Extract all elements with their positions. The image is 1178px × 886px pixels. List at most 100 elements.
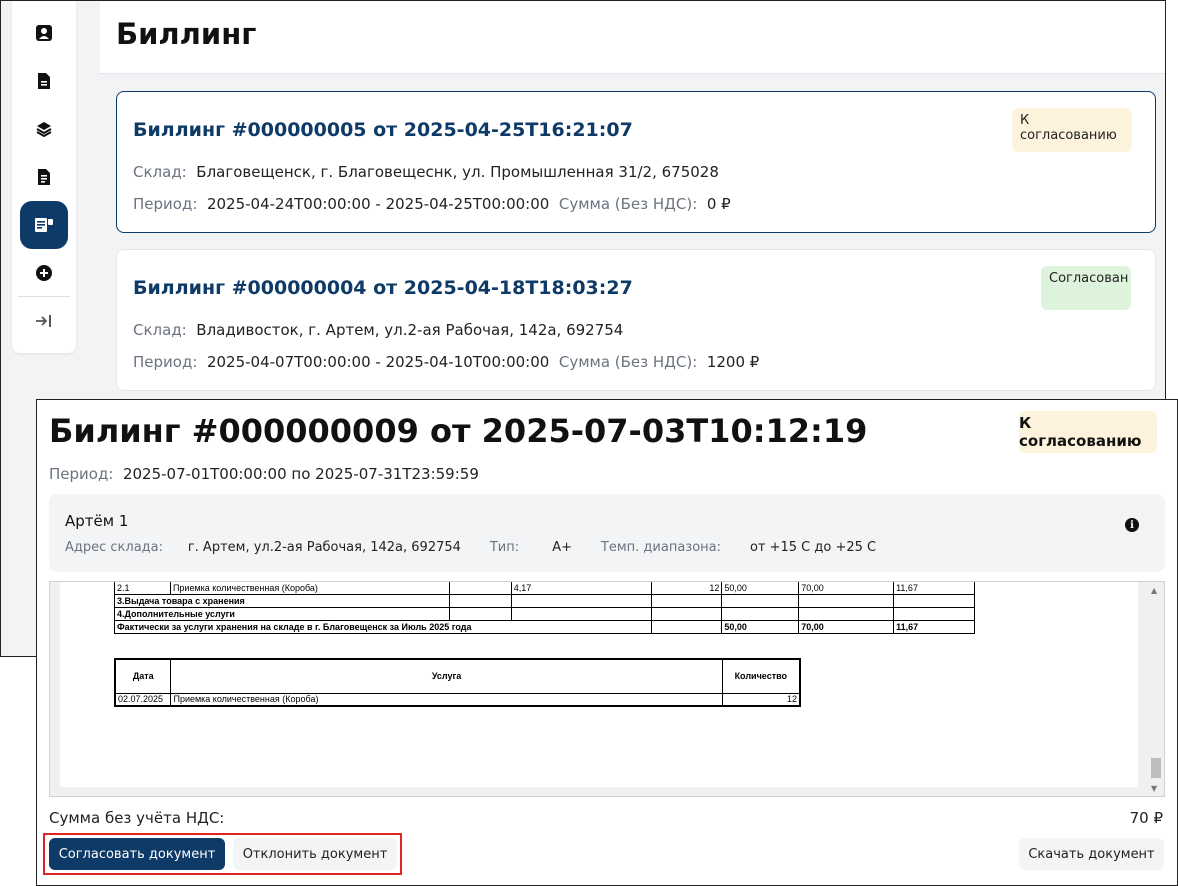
billing-card[interactable]: Биллинг #000000004 от 2025-04-18T18:03:2… [116,249,1156,391]
sidebar [12,1,76,353]
type-value: А+ [552,540,572,555]
info-icon[interactable]: i [1125,518,1139,532]
table-row: 3.Выдача товара с хранения [114,594,975,608]
sidebar-item-stock[interactable] [20,105,68,153]
status-badge: К согласованию [1012,108,1132,152]
sidebar-item-billing[interactable] [20,201,68,249]
table-cell [448,594,512,608]
expand-sidebar-icon [36,315,51,327]
page-header: Биллинг [100,1,1165,74]
contact-icon [36,25,52,41]
table-cell: 11,67 [893,620,975,634]
sum-value: 70 ₽ [1129,809,1163,827]
download-button[interactable]: Скачать документ [1019,838,1164,870]
sum-value: 1200 ₽ [706,353,760,371]
table-cell [650,594,723,608]
add-circle-icon [36,265,52,281]
table-cell [650,607,723,621]
document-viewer[interactable]: 2.1 Приемка количественная (Короба) 4,17… [49,581,1165,797]
document-page: 2.1 Приемка количественная (Короба) 4,17… [60,582,1138,787]
table-cell [893,607,975,621]
table-cell [721,594,800,608]
sum-label: Сумма (Без НДС): [558,353,698,371]
table-cell [650,620,723,634]
table-header: Количество [721,658,801,694]
scroll-down-icon[interactable]: ▼ [1151,784,1157,793]
modal-period: Период: 2025-07-01T00:00:00 по 2025-07-3… [49,465,479,483]
period-value: 2025-04-24T00:00:00 - 2025-04-25T00:00:0… [206,195,550,213]
modal-status-badge: К согласованию [1019,411,1157,453]
table-cell: 50,00 [721,620,800,634]
table-row: 2.1 Приемка количественная (Короба) 4,17… [114,582,975,595]
table-cell [448,582,512,595]
table-cell: 2.1 [114,582,171,595]
services-table: 2.1 Приемка количественная (Короба) 4,17… [114,582,975,634]
billing-card-warehouse: Склад: Владивосток, г. Артем, ул.2-ая Ра… [133,321,623,339]
warehouse-details: Адрес склада: г. Артем, ул.2-ая Рабочая,… [65,540,876,555]
reject-button[interactable]: Отклонить документ [233,838,397,870]
table-cell: 70,00 [798,620,895,634]
address-value: г. Артем, ул.2-ая Рабочая, 142а, 692754 [187,540,461,555]
table-cell [510,594,652,608]
sidebar-item-add[interactable] [20,249,68,297]
temp-label: Темп. диапазона: [600,540,722,555]
period-label: Период: [49,465,114,483]
table-cell: 02.07.2025 [114,692,172,707]
billing-card-title: Биллинг #000000005 от 2025-04-25T16:21:0… [133,119,633,141]
billing-card-period: Период: 2025-04-24T00:00:00 - 2025-04-25… [133,195,731,213]
table-cell: 50,00 [721,582,800,595]
operations-table: Дата Услуга Количество 02.07.2025 Приемк… [114,658,801,707]
billing-card[interactable]: Биллинг #000000005 от 2025-04-25T16:21:0… [116,91,1156,233]
table-header-row: Дата Услуга Количество [114,658,801,694]
table-cell: 4.Дополнительные услуги [114,607,450,621]
sidebar-item-contacts[interactable] [20,9,68,57]
sidebar-item-documents[interactable] [20,57,68,105]
table-row: Фактически за услуги хранения на складе … [114,620,975,634]
sidebar-expand-button[interactable] [20,297,68,345]
page-title: Биллинг [116,17,257,51]
approve-button[interactable]: Согласовать документ [49,838,225,870]
billing-icon [35,218,53,232]
billing-detail-modal: Билинг #000000009 от 2025-07-03T10:12:19… [36,399,1178,886]
table-header: Дата [114,658,172,694]
table-cell: 11,67 [893,582,975,595]
document-scrollbar[interactable]: ▲ ▼ [1148,582,1164,796]
warehouse-label: Склад: [133,321,187,339]
period-value: 2025-07-01T00:00:00 по 2025-07-31T23:59:… [122,465,479,483]
table-cell: Приемка количественная (Короба) [169,582,450,595]
table-header: Услуга [170,658,723,694]
warehouse-value: Благовещенск, г. Благовещеснк, ул. Промы… [196,163,719,181]
scrollbar-thumb[interactable] [1151,758,1161,778]
table-cell: 3.Выдача товара с хранения [114,594,450,608]
table-row: 02.07.2025 Приемка количественная (Короб… [114,692,801,707]
sum-value: 0 ₽ [706,195,731,213]
temp-value: от +15 С до +25 С [749,540,877,555]
table-cell [798,607,895,621]
scroll-up-icon[interactable]: ▲ [1151,586,1157,595]
table-cell [448,607,512,621]
table-cell [893,594,975,608]
billing-card-title: Биллинг #000000004 от 2025-04-18T18:03:2… [133,277,633,299]
period-value: 2025-04-07T00:00:00 - 2025-04-10T00:00:0… [206,353,550,371]
billing-card-period: Период: 2025-04-07T00:00:00 - 2025-04-10… [133,353,759,371]
warehouse-value: Владивосток, г. Артем, ул.2-ая Рабочая, … [196,321,624,339]
warehouse-info: Артём 1 Адрес склада: г. Артем, ул.2-ая … [49,494,1165,572]
address-label: Адрес склада: [65,540,164,555]
document-list-icon [38,169,50,185]
modal-title: Билинг #000000009 от 2025-07-03T10:12:19 [49,412,868,450]
sidebar-item-reports[interactable] [20,153,68,201]
table-cell: Фактически за услуги хранения на складе … [114,620,652,634]
sum-label: Сумма без учёта НДС: [49,809,225,827]
table-cell [798,594,895,608]
billing-card-warehouse: Склад: Благовещенск, г. Благовещеснк, ул… [133,163,719,181]
status-badge: Согласован [1041,266,1131,310]
layers-icon [36,122,52,137]
table-cell [721,607,800,621]
type-label: Тип: [489,540,520,555]
table-cell: 12 [650,582,723,595]
document-icon [38,73,50,89]
table-row: 4.Дополнительные услуги [114,607,975,621]
sum-label: Сумма (Без НДС): [558,195,698,213]
table-cell: 12 [721,692,801,707]
warehouse-label: Склад: [133,163,187,181]
